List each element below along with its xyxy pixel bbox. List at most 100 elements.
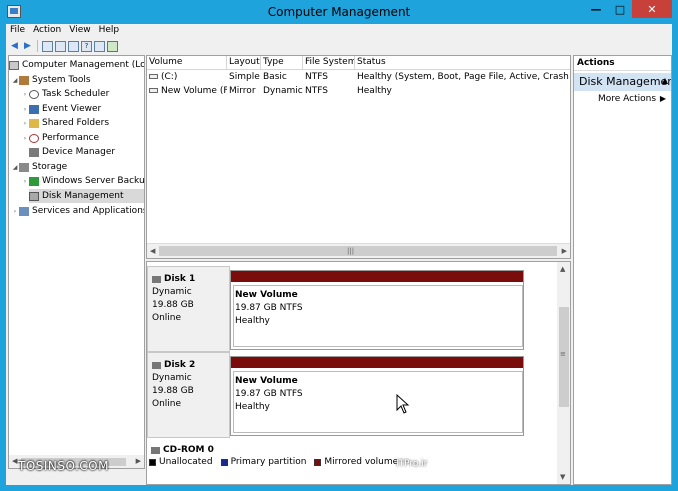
disk-size: 19.88 GB <box>152 300 194 310</box>
legend-mirrored: Mirrored volume <box>314 457 398 467</box>
expanded-triangle-icon[interactable]: ◢ <box>11 164 19 171</box>
status-cell: Healthy (System, Boot, Page File, Active… <box>357 72 570 82</box>
mirrored-partition[interactable]: New Volume 19.87 GB NTFS Healthy <box>230 356 524 436</box>
disk-name: Disk 2 <box>152 359 229 372</box>
collapsed-chevron-icon[interactable]: › <box>21 120 29 127</box>
tree-disk-management[interactable]: Disk Management <box>29 189 144 203</box>
scroll-up-icon[interactable]: ▲ <box>560 265 565 273</box>
actions-section-disk-management[interactable]: Disk Management ▲ <box>574 73 671 91</box>
actions-pane: Actions Disk Management ▲ More Actions ▶ <box>573 55 672 485</box>
help-icon[interactable]: ? <box>81 40 92 52</box>
scroll-down-icon[interactable]: ▼ <box>560 473 565 481</box>
fs-cell: NTFS <box>305 72 328 82</box>
tree-root[interactable]: Computer Management (Local) <box>9 58 144 72</box>
tree-task-scheduler[interactable]: › Task Scheduler <box>21 87 110 101</box>
menu-file[interactable]: File <box>6 24 29 38</box>
close-button[interactable]: ✕ <box>632 0 672 18</box>
partition-status: Healthy <box>235 402 270 412</box>
collapsed-chevron-icon[interactable]: › <box>21 106 29 113</box>
minimize-button[interactable]: — <box>584 0 608 18</box>
volume-row[interactable]: New Volume (F:) Mirror Dynamic NTFS Heal… <box>147 85 570 98</box>
disk-row[interactable]: Disk 2 Dynamic 19.88 GB Online New Volum… <box>147 352 557 438</box>
disk-icon <box>152 276 161 283</box>
disk-label[interactable]: Disk 2 Dynamic 19.88 GB Online <box>147 352 230 438</box>
partition-size: 19.87 GB NTFS <box>235 389 303 399</box>
column-status[interactable]: Status <box>355 56 570 70</box>
maximize-button[interactable]: □ <box>608 0 632 18</box>
services-icon <box>19 206 29 216</box>
app-window: Computer Management — □ ✕ File Action Vi… <box>0 0 678 491</box>
content-area: Computer Management (Local) ◢ System Too… <box>6 55 672 485</box>
scroll-right-icon[interactable]: ▶ <box>562 247 567 255</box>
forward-arrow-icon[interactable]: ▶ <box>22 41 33 52</box>
legend-primary: Primary partition <box>220 457 306 467</box>
disk-graphical-view: Disk 1 Dynamic 19.88 GB Online New Volum… <box>146 261 571 485</box>
legend-swatch <box>220 458 228 466</box>
legend-unallocated: Unallocated <box>149 457 213 467</box>
tree-event-viewer[interactable]: › Event Viewer <box>21 102 101 116</box>
partition-status: Healthy <box>235 316 270 326</box>
partition-name: New Volume <box>235 290 298 300</box>
menu-help[interactable]: Help <box>95 24 124 38</box>
menu-action[interactable]: Action <box>29 24 65 38</box>
volume-icon <box>149 74 158 79</box>
tree-shared-folders-label: Shared Folders <box>42 118 110 128</box>
watermark-right: ITPro.ir <box>396 459 428 469</box>
menu-view[interactable]: View <box>65 24 94 38</box>
mirrored-volume-bar <box>231 271 523 282</box>
disk-view-vertical-scrollbar[interactable]: ▲ ≡ ▼ <box>557 262 570 484</box>
mirrored-partition[interactable]: New Volume 19.87 GB NTFS Healthy <box>230 270 524 350</box>
more-actions-item[interactable]: More Actions ▶ <box>574 94 671 108</box>
view-icon[interactable] <box>94 40 105 52</box>
tree-storage-label: Storage <box>32 162 68 172</box>
disk-label[interactable]: Disk 1 Dynamic 19.88 GB Online <box>147 266 230 352</box>
scroll-grip-icon: ||| <box>347 247 355 255</box>
volume-cell: New Volume (F:) <box>147 85 227 98</box>
title-bar[interactable]: Computer Management — □ ✕ <box>0 0 678 24</box>
column-file-system[interactable]: File System <box>303 56 355 70</box>
tree-system-tools[interactable]: ◢ System Tools <box>11 73 91 87</box>
collapsed-chevron-icon[interactable]: › <box>21 91 29 98</box>
disk-name: Disk 1 <box>152 273 229 286</box>
scroll-left-icon[interactable]: ◀ <box>150 247 155 255</box>
disk-management-pane: Volume Layout Type File System Status (C… <box>146 55 571 485</box>
mouse-pointer-icon <box>396 394 410 414</box>
client-area: File Action View Help ◀ ▶ ? Computer Man… <box>6 24 672 485</box>
tree-windows-server-backup[interactable]: › Windows Server Backup <box>21 174 144 188</box>
tree-storage[interactable]: ◢ Storage <box>11 160 68 174</box>
collapsed-chevron-icon[interactable]: › <box>11 208 19 215</box>
submenu-arrow-icon: ▶ <box>659 94 666 103</box>
properties-icon[interactable] <box>68 40 79 52</box>
tree-performance[interactable]: › Performance <box>21 131 99 145</box>
type-cell: Dynamic <box>263 86 303 96</box>
tree-shared-folders[interactable]: › Shared Folders <box>21 116 109 130</box>
scroll-right-icon[interactable]: ▶ <box>136 457 141 465</box>
volume-row[interactable]: (C:) Simple Basic NTFS Healthy (System, … <box>147 71 570 84</box>
show-tree-icon[interactable] <box>55 40 66 52</box>
collapse-up-icon[interactable]: ▲ <box>662 76 668 85</box>
cdrom-icon <box>151 446 160 454</box>
collapsed-chevron-icon[interactable]: › <box>21 135 29 142</box>
disk-state: Online <box>152 313 182 323</box>
tree-services-and-applications[interactable]: › Services and Applications <box>11 204 144 218</box>
partition-info: New Volume 19.87 GB NTFS Healthy <box>233 285 523 347</box>
window-title: Computer Management <box>267 5 411 19</box>
legend-swatch <box>314 458 322 466</box>
expanded-triangle-icon[interactable]: ◢ <box>11 77 19 84</box>
column-type[interactable]: Type <box>261 56 303 70</box>
back-arrow-icon[interactable]: ◀ <box>9 41 20 52</box>
column-layout[interactable]: Layout <box>227 56 261 70</box>
column-volume[interactable]: Volume <box>147 56 227 70</box>
collapsed-chevron-icon[interactable]: › <box>21 178 29 185</box>
legend: Unallocated Primary partition Mirrored v… <box>147 455 557 469</box>
tree-device-manager-label: Device Manager <box>42 147 116 157</box>
tree-device-manager[interactable]: Device Manager <box>29 145 115 159</box>
volume-list-horizontal-scrollbar[interactable]: ◀ ||| ▶ <box>147 243 570 258</box>
export-icon[interactable] <box>107 40 118 52</box>
toolbar: ◀ ▶ ? <box>6 38 672 54</box>
volume-cell: (C:) <box>147 71 227 84</box>
disk-row[interactable]: Disk 1 Dynamic 19.88 GB Online New Volum… <box>147 266 557 352</box>
scroll-left-icon[interactable]: ◀ <box>12 457 17 465</box>
volume-list-scroll-thumb[interactable] <box>159 246 557 256</box>
up-folder-icon[interactable] <box>42 40 53 52</box>
